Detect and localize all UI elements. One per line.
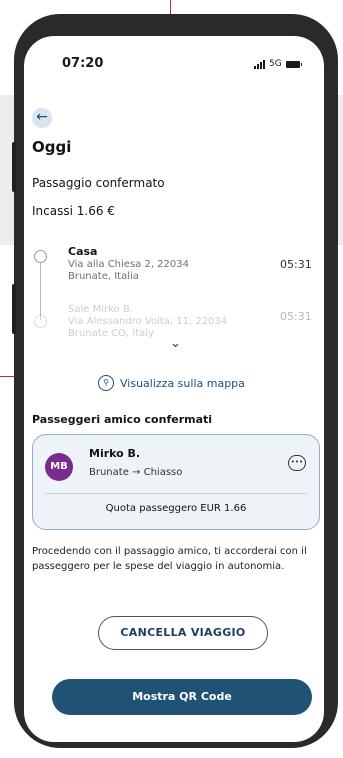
- ride-status: Passaggio confermato: [32, 176, 165, 190]
- stop-name: Sale Mirko B.: [68, 304, 133, 315]
- stop-dot: [34, 315, 47, 328]
- page-title: Oggi: [32, 138, 72, 156]
- stop-name: Casa: [68, 245, 98, 258]
- stop-dot: [34, 250, 47, 263]
- app-screen: 07:20 5G ← Oggi Passaggio confermato Inc…: [24, 36, 324, 742]
- passenger-card[interactable]: MB Mirko B. Brunate → Chiasso ••• Quota …: [32, 434, 320, 530]
- stop-address: Via Alessandro Volta, 11, 22034: [68, 316, 228, 327]
- chevron-down-icon[interactable]: ⌄: [170, 336, 181, 351]
- route-timeline: [40, 256, 41, 320]
- notice-text: Procedendo con il passaggio amico, ti ac…: [32, 546, 307, 572]
- passenger-name: Mirko B.: [89, 447, 141, 460]
- stop-1: Casa Via alla Chiesa 2, 22034 Brunate, I…: [68, 246, 189, 283]
- passenger-route: Brunate → Chiasso: [89, 467, 182, 478]
- cancel-trip-button[interactable]: CANCELLA VIAGGIO: [98, 616, 268, 650]
- status-bar: 07:20 5G: [24, 36, 324, 76]
- battery-icon: [285, 60, 302, 68]
- map-icon: ⚲: [98, 375, 114, 391]
- back-arrow-icon[interactable]: ←: [32, 108, 52, 128]
- network-label: 5G: [269, 59, 282, 69]
- show-qr-button[interactable]: Mostra QR Code: [52, 679, 312, 715]
- signal-icon: [254, 59, 265, 69]
- stop-city: Brunate, Italia: [68, 271, 139, 282]
- route-to: Chiasso: [143, 467, 183, 478]
- status-icons: 5G: [254, 59, 302, 69]
- map-link[interactable]: ⚲ Visualizza sulla mappa: [98, 375, 245, 391]
- avatar: MB: [45, 453, 73, 481]
- passengers-title: Passeggeri amico confermati: [32, 413, 213, 426]
- stop-2: Sale Mirko B. Via Alessandro Volta, 11, …: [68, 304, 227, 340]
- passenger-quota: Quota passeggero EUR 1.66: [105, 503, 247, 514]
- stop-city: Brunate CO, Italy: [68, 328, 154, 339]
- stop-address: Via alla Chiesa 2, 22034: [68, 259, 189, 270]
- arrow-right-icon: →: [132, 467, 144, 478]
- route-from: Brunate: [89, 467, 129, 478]
- stop-time: 05:31: [280, 310, 312, 323]
- stop-time: 05:31: [280, 258, 312, 271]
- status-time: 07:20: [62, 56, 104, 71]
- annotation-line-top: [170, 0, 171, 14]
- income-label: Incassi 1.66 €: [32, 204, 115, 218]
- phone-side-button: [12, 142, 16, 192]
- map-link-label: Visualizza sulla mappa: [120, 376, 245, 390]
- chat-icon[interactable]: •••: [288, 455, 306, 471]
- card-divider: [45, 493, 307, 494]
- phone-side-button: [12, 284, 16, 334]
